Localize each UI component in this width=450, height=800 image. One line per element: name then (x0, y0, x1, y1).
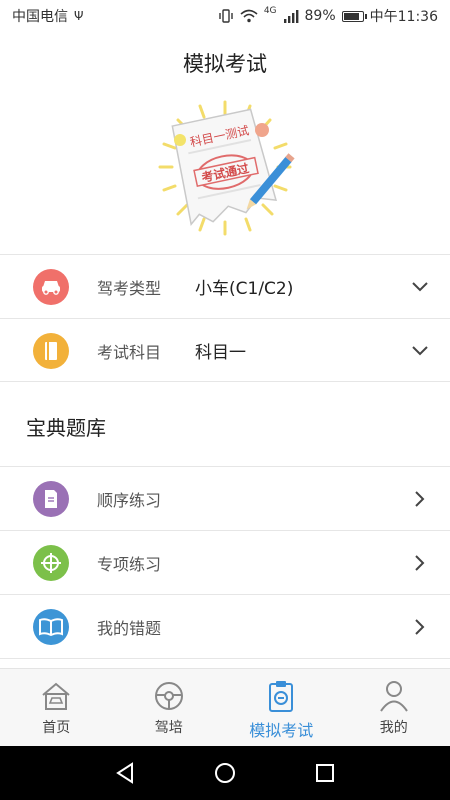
nav-mock-exam[interactable]: 模拟考试 (225, 669, 338, 747)
nav-mock-exam-label: 模拟考试 (249, 721, 314, 740)
chevron-down-icon (410, 277, 430, 297)
book-icon (33, 332, 69, 369)
person-icon (377, 679, 411, 713)
home-icon[interactable] (213, 761, 237, 785)
usb-icon: Ψ (74, 9, 84, 23)
target-icon (33, 544, 69, 581)
exam-subject-value: 科目一 (195, 343, 246, 363)
exam-clipboard-icon (264, 679, 298, 713)
divider (0, 658, 450, 659)
home-car-icon (39, 679, 73, 713)
nav-profile-label: 我的 (379, 720, 408, 736)
steering-wheel-icon (152, 679, 186, 713)
wifi-icon (240, 9, 258, 23)
recents-icon[interactable] (313, 761, 337, 785)
license-type-selector[interactable]: 驾考类型 小车(C1/C2) (0, 255, 450, 318)
exam-subject-label: 考试科目 (97, 342, 162, 362)
topic-practice-item[interactable]: 专项练习 (0, 531, 450, 594)
chevron-right-icon (410, 489, 430, 509)
topic-practice-label: 专项练习 (97, 554, 162, 574)
chevron-down-icon (410, 341, 430, 361)
status-right: 4G 89% 中午11:36 (218, 6, 438, 26)
battery-fill (343, 12, 359, 20)
license-type-label: 驾考类型 (97, 278, 162, 298)
question-bank-title: 宝典题库 (26, 416, 106, 440)
license-type-value: 小车(C1/C2) (195, 279, 294, 299)
sequential-practice-item[interactable]: 顺序练习 (0, 467, 450, 530)
open-book-icon (33, 608, 69, 645)
page-title: 模拟考试 (183, 52, 267, 76)
chevron-right-icon (410, 617, 430, 637)
exam-pass-illustration: 科目一测试 考试通过 (150, 92, 300, 242)
document-icon (33, 480, 69, 517)
back-icon[interactable] (113, 761, 137, 785)
system-nav-bar (0, 746, 450, 800)
chevron-right-icon (410, 553, 430, 573)
bottom-nav: 首页 驾培 模拟考试 我的 (0, 668, 450, 746)
wrong-questions-label: 我的错题 (97, 618, 162, 638)
wrong-questions-item[interactable]: 我的错题 (0, 595, 450, 658)
battery-percent: 89% (304, 8, 336, 24)
battery-icon (341, 10, 367, 22)
exam-subject-selector[interactable]: 考试科目 科目一 (0, 319, 450, 382)
nav-training[interactable]: 驾培 (113, 669, 226, 747)
status-bar: 中国电信 Ψ 4G 89% 中午11:36 (0, 0, 450, 32)
clock: 中午11:36 (369, 9, 438, 25)
vibrate-icon (219, 9, 233, 23)
signal-icon (283, 10, 298, 23)
car-icon (33, 268, 69, 305)
carrier-name: 中国电信 (12, 9, 68, 25)
nav-profile[interactable]: 我的 (338, 669, 450, 747)
network-badge: 4G (263, 6, 277, 16)
nav-home-label: 首页 (42, 720, 71, 736)
sequential-practice-label: 顺序练习 (97, 490, 162, 510)
status-left: 中国电信 Ψ (12, 6, 83, 26)
nav-home[interactable]: 首页 (0, 669, 113, 747)
exam-paper-icon: 科目一测试 考试通过 (158, 100, 295, 236)
nav-training-label: 驾培 (154, 720, 183, 736)
